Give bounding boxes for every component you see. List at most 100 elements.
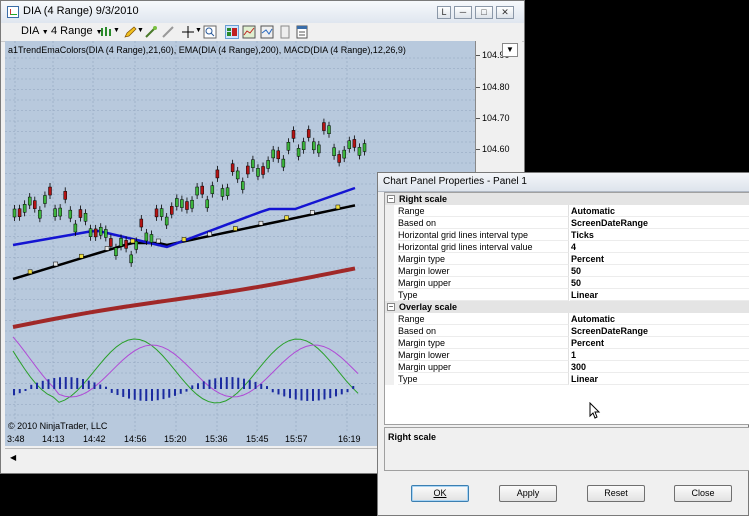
chevron-down-icon[interactable]: ▼ [195, 27, 202, 34]
candle-body [134, 241, 138, 250]
property-name: Type [398, 373, 569, 385]
scroll-left-icon[interactable]: ◀ [10, 453, 16, 462]
candle-body [164, 216, 169, 226]
crosshair-icon[interactable] [181, 25, 195, 39]
macd-histogram-bar [47, 379, 50, 389]
macd-histogram-bar [271, 389, 274, 393]
data-box-icon[interactable] [295, 25, 309, 39]
candle-body [22, 204, 27, 213]
candle-body [33, 200, 37, 209]
property-row[interactable]: Margin upper 300 [385, 361, 749, 373]
trend-marker [284, 215, 289, 221]
trend-marker [207, 231, 212, 237]
candle-body [301, 141, 306, 150]
property-value[interactable]: 300 [570, 361, 749, 373]
property-row[interactable]: Range Automatic [385, 205, 749, 217]
reset-button[interactable]: Reset [587, 485, 645, 502]
instrument-selector[interactable]: DIA ▼ [21, 25, 49, 37]
property-value[interactable]: ScreenDateRange [570, 217, 749, 229]
macd-histogram-bar [53, 378, 56, 389]
chevron-down-icon[interactable]: ▼ [137, 27, 144, 34]
candle-body [88, 228, 93, 237]
time-label: 14:42 [83, 434, 106, 444]
candle-body [104, 229, 108, 238]
macd-histogram-bar [254, 381, 257, 389]
property-value[interactable]: 4 [570, 241, 749, 253]
property-value[interactable]: Automatic [570, 205, 749, 217]
property-row[interactable]: Type Linear [385, 373, 749, 385]
trend-marker [53, 261, 58, 267]
minimize-button[interactable]: ─ [454, 6, 472, 19]
close-window-button[interactable]: ✕ [496, 6, 514, 19]
property-row[interactable]: Based on ScreenDateRange [385, 217, 749, 229]
candle-body [342, 149, 346, 159]
property-row[interactable]: Margin type Percent [385, 337, 749, 349]
macd-histogram-bar [162, 389, 165, 400]
apply-button[interactable]: Apply [499, 485, 557, 502]
drawing-pencil-icon[interactable] [123, 25, 137, 39]
collapse-icon[interactable]: − [387, 303, 395, 311]
properties-icon[interactable] [225, 25, 239, 39]
close-button[interactable]: Close [674, 485, 732, 502]
macd-histogram-bar [24, 389, 27, 391]
candle-body [129, 254, 133, 264]
property-row[interactable]: Based on ScreenDateRange [385, 325, 749, 337]
property-value[interactable]: Percent [570, 253, 749, 265]
row-gutter [385, 277, 394, 289]
candle-body [281, 158, 286, 168]
property-value[interactable]: 1 [570, 349, 749, 361]
property-row[interactable]: Type Linear [385, 289, 749, 301]
period-label: 4 Range [51, 25, 93, 37]
panel-dropdown-button[interactable]: ▼ [502, 43, 518, 57]
property-value[interactable]: Automatic [570, 313, 749, 325]
property-value[interactable]: Ticks [570, 229, 749, 241]
category-right-scale[interactable]: − Right scale [385, 193, 749, 205]
property-row[interactable]: Range Automatic [385, 313, 749, 325]
candle-body [195, 186, 199, 196]
macd-histogram-bar [41, 380, 44, 389]
title-bar[interactable]: DIA (4 Range) 9/3/2010 L ─ □ ✕ [1, 1, 524, 24]
tool-icon[interactable] [161, 25, 175, 39]
link-button[interactable]: L [437, 6, 451, 19]
property-value[interactable]: ScreenDateRange [570, 325, 749, 337]
zoom-icon[interactable] [203, 25, 217, 39]
property-row[interactable]: Horizontal grid lines interval value 4 [385, 241, 749, 253]
macd-histogram-bar [168, 389, 171, 398]
property-row[interactable]: Horizontal grid lines interval type Ticks [385, 229, 749, 241]
dialog-title-bar[interactable]: Chart Panel Properties - Panel 1 [378, 173, 749, 192]
property-row[interactable]: Margin lower 50 [385, 265, 749, 277]
property-value[interactable]: 50 [570, 277, 749, 289]
candle-body [220, 188, 225, 197]
macd-histogram-bar [289, 389, 291, 399]
candle-body [271, 149, 275, 159]
property-value[interactable]: 50 [570, 265, 749, 277]
macd-histogram-bar [87, 380, 90, 389]
property-row[interactable]: Margin lower 1 [385, 349, 749, 361]
ok-button[interactable]: OK [411, 485, 469, 502]
chevron-down-icon[interactable]: ▼ [113, 27, 120, 34]
chevron-down-icon: ▼ [41, 29, 49, 36]
candle-body [215, 169, 220, 179]
time-label: 15:36 [205, 434, 228, 444]
template-icon[interactable] [278, 25, 292, 39]
time-label: 15:45 [246, 434, 269, 444]
candle-body [185, 201, 189, 210]
property-value[interactable]: Percent [570, 337, 749, 349]
collapse-icon[interactable]: − [387, 195, 395, 203]
bar-type-icon[interactable] [99, 25, 113, 39]
strategies-icon[interactable] [260, 25, 274, 39]
macd-histogram-bar [70, 377, 73, 389]
price-tick [476, 149, 480, 150]
property-row[interactable]: Margin type Percent [385, 253, 749, 265]
property-value[interactable]: Linear [570, 373, 749, 385]
property-row[interactable]: Margin upper 50 [385, 277, 749, 289]
trend-marker [156, 238, 161, 244]
property-name: Margin type [398, 253, 569, 265]
property-value[interactable]: Linear [570, 289, 749, 301]
category-overlay-scale[interactable]: − Overlay scale [385, 301, 749, 313]
candle-body [63, 191, 67, 200]
wand-icon[interactable] [144, 25, 158, 39]
maximize-button[interactable]: □ [475, 6, 493, 19]
period-selector[interactable]: 4 Range ▼ [51, 25, 103, 37]
indicators-icon[interactable] [242, 25, 256, 39]
